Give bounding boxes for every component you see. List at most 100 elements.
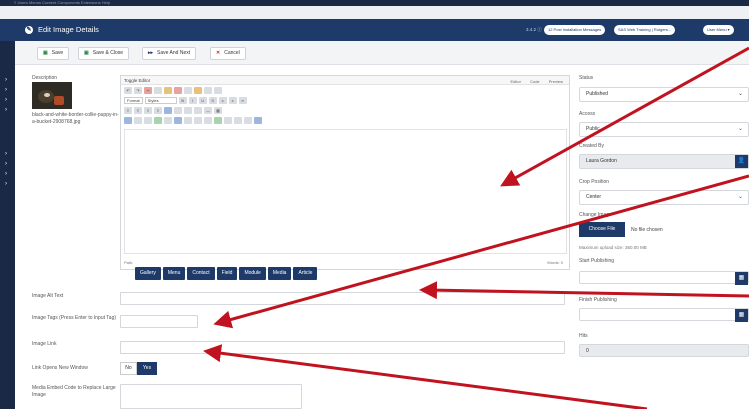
sidebar-expand-icon[interactable]: › xyxy=(5,161,7,167)
description-editor[interactable]: Toggle Editor Editor Code Preview ↶ ↷ ✂ … xyxy=(120,75,570,270)
undo-icon[interactable]: ↶ xyxy=(124,86,132,94)
numbered-list-icon[interactable] xyxy=(174,106,182,114)
save-button[interactable]: ▣ Save xyxy=(37,47,70,60)
crop-position-select[interactable]: Center ⌄ xyxy=(579,190,749,205)
copy-icon[interactable] xyxy=(154,86,162,94)
image-icon[interactable] xyxy=(124,116,132,124)
article-button[interactable]: Article xyxy=(293,267,318,280)
spellcheck-icon[interactable] xyxy=(194,86,202,94)
image-link-input[interactable] xyxy=(120,341,565,354)
superscript-icon[interactable]: x xyxy=(228,96,237,104)
embed-code-textarea[interactable] xyxy=(120,384,302,409)
justify-icon[interactable]: ≡ xyxy=(154,106,162,114)
nonbreaking-icon[interactable] xyxy=(244,116,252,124)
paste-word-icon[interactable] xyxy=(174,86,182,94)
media-button[interactable]: Media xyxy=(267,267,292,280)
user-select-icon[interactable]: 👤 xyxy=(735,155,748,168)
cancel-button[interactable]: ✕ Cancel xyxy=(210,47,246,60)
paste-icon[interactable] xyxy=(164,86,172,94)
post-install-messages-button[interactable]: 12 Post Installation Messages xyxy=(544,25,606,35)
image-thumbnail xyxy=(32,82,72,109)
created-by-field[interactable]: Laura Gordon 👤 xyxy=(579,154,749,169)
alt-text-input[interactable] xyxy=(120,292,565,305)
print-icon[interactable] xyxy=(224,116,232,124)
start-publishing-input[interactable]: ▦ xyxy=(579,271,749,285)
emoticon-icon[interactable] xyxy=(194,116,202,124)
char-map-icon[interactable] xyxy=(174,116,182,124)
underline-icon[interactable]: U xyxy=(198,96,207,104)
sidebar-expand-icon[interactable]: › xyxy=(5,181,7,187)
save-close-button[interactable]: ▣ Save & Close xyxy=(78,47,130,60)
redo-icon[interactable]: ↷ xyxy=(134,86,142,94)
top-menu-links[interactable]: ≡ Users Menus Content Components Extensi… xyxy=(14,0,110,6)
fullscreen-icon[interactable] xyxy=(204,116,212,124)
calendar-icon[interactable]: ▦ xyxy=(735,272,748,285)
finish-publishing-input[interactable]: ▦ xyxy=(579,308,749,322)
strikethrough-icon[interactable]: S xyxy=(208,96,217,104)
align-left-icon[interactable]: ≡ xyxy=(124,106,132,114)
bold-icon[interactable]: B xyxy=(178,96,187,104)
outdent-icon[interactable] xyxy=(184,106,192,114)
select-all-icon[interactable] xyxy=(204,86,212,94)
image-tags-input[interactable] xyxy=(120,315,198,328)
access-label: Access xyxy=(579,111,596,117)
blockquote-icon[interactable] xyxy=(184,116,192,124)
status-select[interactable]: Published ⌄ xyxy=(579,87,749,102)
sidebar-expand-icon[interactable]: › xyxy=(5,171,7,177)
toggle-yes-option[interactable]: Yes xyxy=(137,362,157,375)
clear-format-icon[interactable] xyxy=(214,86,222,94)
menu-button[interactable]: Menu xyxy=(162,267,186,280)
link-icon[interactable]: ∞ xyxy=(238,96,247,104)
choose-file-button[interactable]: Choose File xyxy=(579,222,625,237)
styles-select[interactable]: Styles xyxy=(144,96,177,104)
find-icon[interactable] xyxy=(184,86,192,94)
sidebar-expand-icon[interactable]: › xyxy=(5,151,7,157)
code-icon[interactable] xyxy=(154,116,162,124)
toggle-no-option[interactable]: No xyxy=(120,362,137,375)
sidebar-expand-icon[interactable]: › xyxy=(5,87,7,93)
access-select[interactable]: Public ⌄ xyxy=(579,122,749,137)
format-select[interactable]: Format xyxy=(124,96,143,104)
edit-icon: ✎ xyxy=(25,26,33,34)
toggle-editor-link[interactable]: Toggle Editor xyxy=(124,78,150,83)
field-button[interactable]: Field xyxy=(216,267,238,280)
anchor-icon[interactable] xyxy=(144,116,152,124)
change-image-label: Change Image xyxy=(579,212,612,218)
sidebar-expand-icon[interactable]: › xyxy=(5,77,7,83)
template-icon[interactable] xyxy=(164,116,172,124)
save-next-button[interactable]: ▸▸ Save And Next xyxy=(142,47,197,60)
new-window-toggle[interactable]: No Yes xyxy=(120,362,157,375)
edit-form: Description black-and-white-border-colli… xyxy=(15,65,749,409)
editor-extension-buttons: Gallery Menu Contact Field Module Media … xyxy=(135,267,318,280)
gallery-button[interactable]: Gallery xyxy=(135,267,161,280)
editor-content-area[interactable] xyxy=(124,129,567,254)
finish-publishing-label: Finish Publishing xyxy=(579,297,617,303)
align-right-icon[interactable]: ≡ xyxy=(144,106,152,114)
tab-code[interactable]: Code xyxy=(530,79,540,84)
visual-aid-icon[interactable] xyxy=(234,116,242,124)
module-button[interactable]: Module xyxy=(239,267,266,280)
sidebar-expand-icon[interactable]: › xyxy=(5,107,7,113)
site-link-button[interactable]: SAS Web Training | Rutgers... xyxy=(614,25,676,35)
file-status-text: No file chosen xyxy=(631,227,663,233)
align-center-icon[interactable]: ≡ xyxy=(134,106,142,114)
next-icon: ▸▸ xyxy=(148,50,154,56)
table-icon[interactable]: ▦ xyxy=(214,106,222,114)
source-icon[interactable] xyxy=(254,116,262,124)
preview-icon[interactable] xyxy=(214,116,222,124)
upload-size-text: Maximum upload size: 360.00 MB xyxy=(579,245,647,250)
horizontal-rule-icon[interactable]: — xyxy=(204,106,212,114)
user-menu-button[interactable]: User Menu ▾ xyxy=(703,25,734,35)
page-title: Edit Image Details xyxy=(38,25,99,34)
sidebar-expand-icon[interactable]: › xyxy=(5,97,7,103)
bullet-list-icon[interactable] xyxy=(164,106,172,114)
indent-icon[interactable] xyxy=(194,106,202,114)
tab-preview[interactable]: Preview xyxy=(549,79,563,84)
tab-editor[interactable]: Editor xyxy=(511,79,521,84)
media-icon[interactable] xyxy=(134,116,142,124)
contact-button[interactable]: Contact xyxy=(187,267,215,280)
subscript-icon[interactable]: x xyxy=(218,96,227,104)
cut-icon[interactable]: ✂ xyxy=(144,86,152,94)
calendar-icon[interactable]: ▦ xyxy=(735,309,748,322)
italic-icon[interactable]: I xyxy=(188,96,197,104)
